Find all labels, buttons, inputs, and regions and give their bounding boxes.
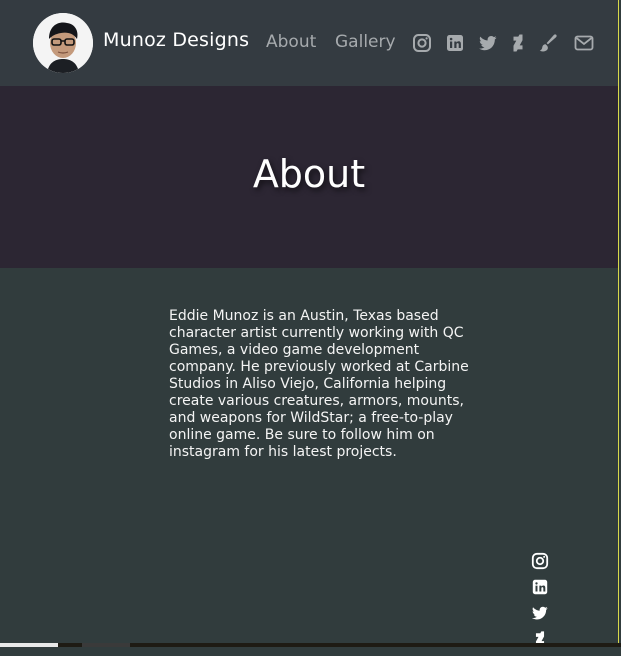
brand-title[interactable]: Munoz Designs [103,29,249,51]
bio-paragraph: Eddie Munoz is an Austin, Texas based ch… [169,308,469,460]
hero-banner: About [0,86,618,268]
nav-link-about[interactable]: About [266,32,316,52]
nav-link-gallery[interactable]: Gallery [335,32,396,52]
page-title: About [252,152,366,196]
avatar[interactable] [33,13,93,73]
linkedin-icon[interactable] [531,578,549,596]
instagram-icon[interactable] [531,552,549,570]
twitter-icon[interactable] [478,33,498,53]
bottom-strip-segment [0,643,58,647]
linkedin-icon[interactable] [445,33,465,53]
navbar: Munoz Designs About Gallery [0,0,618,86]
side-social-bar [531,552,549,656]
bottom-strip [0,643,621,647]
bottom-strip-segment [82,643,130,647]
instagram-icon[interactable] [412,33,432,53]
twitter-icon[interactable] [531,604,549,622]
envelope-icon[interactable] [574,33,594,53]
window-edge-line [618,0,619,647]
avatar-portrait-icon [33,13,93,73]
main-content: Eddie Munoz is an Austin, Texas based ch… [0,268,618,647]
deviantart-icon[interactable] [508,33,528,53]
paintbrush-icon[interactable] [538,33,558,53]
